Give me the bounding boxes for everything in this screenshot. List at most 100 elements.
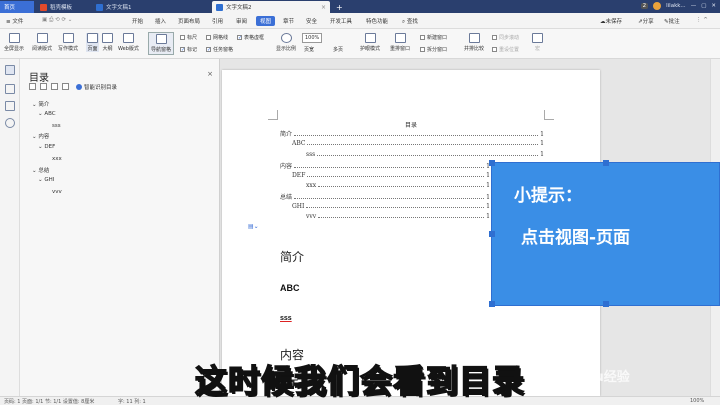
menu-insert[interactable]: 插入 <box>155 17 166 25</box>
tab-document-2[interactable]: 文字文稿2 × <box>212 1 330 13</box>
menu-review[interactable]: 审阅 <box>236 17 247 25</box>
user-name[interactable]: lilakk... <box>666 3 686 9</box>
zoom-100-button[interactable]: 100% <box>302 33 323 43</box>
toc-entry[interactable]: ABC 1 <box>292 140 544 147</box>
nav-item[interactable]: ⌄ GHI <box>38 177 54 183</box>
menu-references[interactable]: 引用 <box>212 17 223 25</box>
smart-icon <box>76 84 82 90</box>
view-ribbon: 全屏显示 阅读版式 写作模式 页面 大纲 Web版式 导航窗格 标尺 网格线 ✓… <box>0 29 720 59</box>
left-rail <box>0 59 20 396</box>
task-pane-checkbox[interactable]: ✓ 任务窗格 <box>206 46 233 53</box>
find-panel-icon[interactable] <box>5 118 15 128</box>
toc-entry[interactable]: DEF 1 <box>292 172 490 179</box>
bookmark-panel-icon[interactable] <box>5 84 15 94</box>
tab-docer-templates[interactable]: 稻壳模板 <box>36 1 88 13</box>
share-button[interactable]: ⇗分享 <box>638 17 654 25</box>
heading-1[interactable]: 简介 <box>280 248 304 265</box>
nav-item[interactable]: ⌄ 总结 <box>32 166 49 174</box>
zoom-button[interactable]: 显示比例 <box>276 33 296 52</box>
multi-page-button[interactable]: 多页 <box>333 46 343 53</box>
title-tab-bar: 首页 稻壳模板 文字文稿1 文字文稿2 × + 2 lilakk... — ▢ ✕ <box>0 0 720 13</box>
sync-scroll-button[interactable]: 同步滚动 <box>492 34 519 41</box>
toc-panel-icon[interactable] <box>5 65 15 75</box>
new-tab-button[interactable]: + <box>332 1 344 13</box>
outline-button[interactable]: 大纲 <box>102 33 113 52</box>
toc-title: 目录 <box>404 122 417 129</box>
level-down-icon[interactable] <box>62 83 69 90</box>
menu-features[interactable]: 特色功能 <box>366 17 388 25</box>
heading-3[interactable]: sss <box>280 315 292 322</box>
comment-button[interactable]: ✎批注 <box>664 17 680 25</box>
resize-handle[interactable] <box>489 160 495 166</box>
reading-layout-button[interactable]: 阅读版式 <box>32 33 52 52</box>
resize-handle[interactable] <box>603 301 609 307</box>
close-tab-icon[interactable]: × <box>321 4 326 11</box>
ruler-checkbox[interactable]: 标尺 <box>180 34 197 41</box>
toc-entry[interactable]: 总结 1 <box>280 192 490 201</box>
toc-entry[interactable]: GHI 1 <box>292 203 490 210</box>
nav-item[interactable]: ⌄ 简介 <box>32 100 49 108</box>
avatar[interactable] <box>653 2 662 10</box>
menu-page-layout[interactable]: 页面布局 <box>178 17 200 25</box>
menu-developer[interactable]: 开发工具 <box>330 17 352 25</box>
maximize-icon[interactable]: ▢ <box>701 3 706 9</box>
menu-bar: ≡ 文件 ▣ ⎙ ⟲ ⟳ ⌄ 开始 插入 页面布局 引用 审阅 视图 章节 安全… <box>0 13 720 29</box>
watermark: Baidu经验 <box>562 370 630 385</box>
paragraph-options-icon[interactable]: ▤⌄ <box>248 223 259 230</box>
arrange-windows-button[interactable]: 重排窗口 <box>390 33 410 52</box>
toc-entry[interactable]: xxx 1 <box>306 182 490 189</box>
nav-item[interactable]: ⌄ 内容 <box>32 132 49 140</box>
tab-document-1[interactable]: 文字文稿1 <box>92 1 204 13</box>
fullscreen-button[interactable]: 全屏显示 <box>4 33 24 52</box>
smart-toc-button[interactable]: 智能识别目录 <box>76 83 117 91</box>
nav-item[interactable]: ⌄ ABC <box>38 111 56 117</box>
nav-pane-icon <box>155 34 167 44</box>
section-panel-icon[interactable] <box>5 101 15 111</box>
heading-2[interactable]: ABC <box>280 283 300 293</box>
nav-item[interactable]: ⌄ DEF <box>38 144 55 150</box>
minimize-icon[interactable]: — <box>691 3 697 9</box>
side-by-side-button[interactable]: 并排比较 <box>464 33 484 52</box>
notification-badge[interactable]: 2 <box>640 3 649 9</box>
tip-title: 小提示： <box>514 186 582 206</box>
web-layout-button[interactable]: Web版式 <box>118 33 139 52</box>
close-icon[interactable]: × <box>207 70 213 78</box>
toc-entry[interactable]: vvv 1 <box>306 213 490 220</box>
menu-home[interactable]: 开始 <box>132 17 143 25</box>
macro-button[interactable]: 宏 <box>532 33 543 52</box>
page-width-button[interactable]: 页宽 <box>304 46 314 53</box>
nav-item[interactable]: vvv <box>52 189 62 195</box>
unsaved-button[interactable]: ☁未保存 <box>600 17 622 25</box>
eye-protection-button[interactable]: 护眼模式 <box>360 33 380 52</box>
toc-entry[interactable]: 内容 1 <box>280 161 490 170</box>
toc-entry[interactable]: sss 1 <box>306 151 544 158</box>
markup-checkbox[interactable]: ✓ 标记 <box>180 46 197 53</box>
close-window-icon[interactable]: ✕ <box>711 3 716 9</box>
reset-position-button[interactable]: 重设位置 <box>492 46 519 53</box>
more-icon[interactable]: ⋮ ^ <box>696 17 708 23</box>
resize-handle[interactable] <box>489 301 495 307</box>
resize-handle[interactable] <box>489 231 495 237</box>
toc-entry[interactable]: 简介 1 <box>280 129 544 138</box>
writing-mode-button[interactable]: 写作模式 <box>58 33 78 52</box>
gridlines-checkbox[interactable]: 网格线 <box>206 34 228 41</box>
menu-security[interactable]: 安全 <box>306 17 317 25</box>
expand-all-icon[interactable] <box>40 83 47 90</box>
collapse-all-icon[interactable] <box>29 83 36 90</box>
table-frame-checkbox[interactable]: ✓ 表格虚框 <box>237 34 264 41</box>
menu-chapter[interactable]: 章节 <box>283 17 294 25</box>
resize-handle[interactable] <box>603 160 609 166</box>
navigation-pane-button[interactable]: 导航窗格 <box>148 32 175 55</box>
nav-item[interactable]: xxx <box>52 156 62 162</box>
quick-access-icons[interactable]: ▣ ⎙ ⟲ ⟳ ⌄ <box>42 17 72 24</box>
new-window-button[interactable]: 新建窗口 <box>420 34 447 41</box>
level-up-icon[interactable] <box>51 83 58 90</box>
split-window-button[interactable]: 拆分窗口 <box>420 46 447 53</box>
search-box[interactable]: ⌕ 查找 <box>402 17 418 26</box>
crop-mark <box>268 110 278 120</box>
tab-home[interactable]: 首页 <box>0 1 34 13</box>
file-menu[interactable]: ≡ 文件 <box>6 17 23 25</box>
nav-item[interactable]: sss <box>52 123 61 129</box>
page-view-button[interactable]: 页面 <box>86 33 99 52</box>
menu-view[interactable]: 视图 <box>256 16 276 26</box>
